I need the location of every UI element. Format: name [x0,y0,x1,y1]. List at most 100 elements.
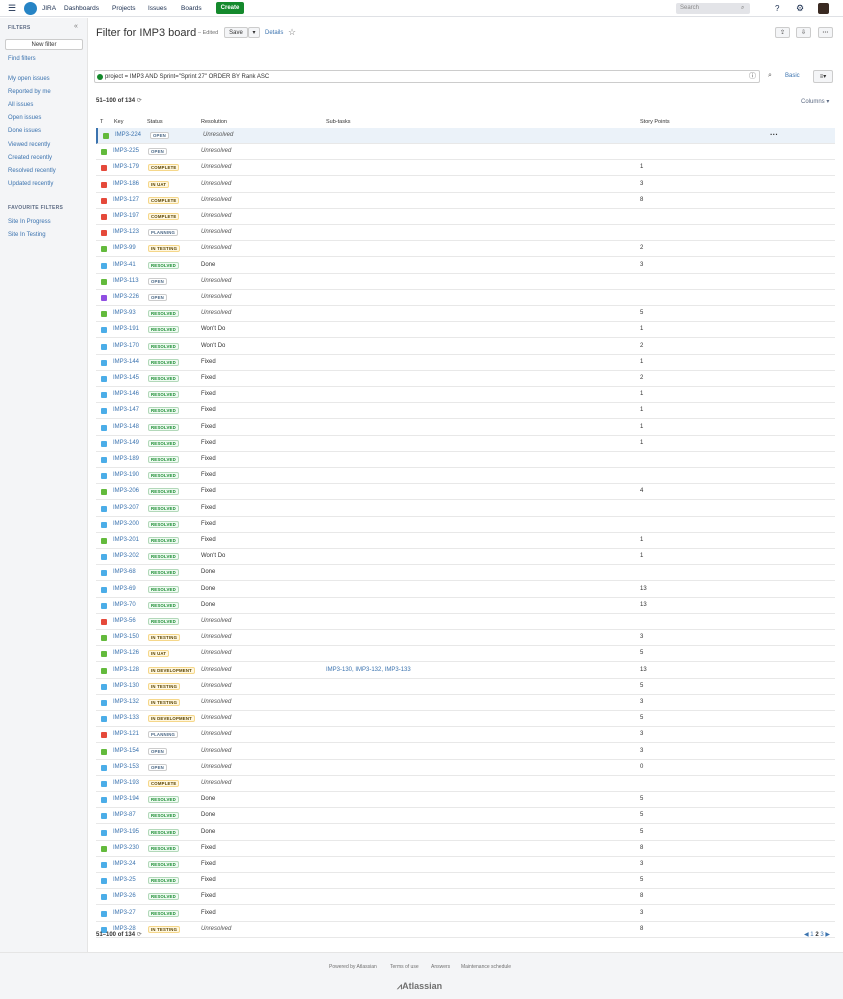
issue-key[interactable]: IMP3-191 [113,326,139,332]
nav-issues[interactable]: Issues [148,0,167,17]
issue-key[interactable]: IMP3-93 [113,310,136,316]
row-actions-icon[interactable]: ··· [770,130,778,139]
table-row[interactable]: IMP3-154 OPEN Unresolved 3 [96,744,835,760]
table-row[interactable]: IMP3-190 RESOLVED Fixed [96,468,835,485]
table-row[interactable]: IMP3-148 RESOLVED Fixed 1 [96,420,835,436]
issue-key[interactable]: IMP3-126 [113,650,139,656]
table-row[interactable]: IMP3-224 OPEN Unresolved ··· [96,128,835,144]
issue-key[interactable]: IMP3-132 [113,699,139,705]
layout-switcher-icon[interactable]: ≡▾ [813,70,833,83]
menu-icon[interactable]: ☰ [8,0,16,17]
issue-key[interactable]: IMP3-194 [113,796,139,802]
jql-query-input[interactable]: project = IMP3 AND Sprint="Sprint 27" OR… [94,70,760,83]
issue-key[interactable]: IMP3-200 [113,521,139,527]
issue-key[interactable]: IMP3-68 [113,569,136,575]
table-row[interactable]: IMP3-179 COMPLETE Unresolved 1 [96,160,835,177]
footer-answers[interactable]: Answers [431,964,450,970]
table-row[interactable]: IMP3-27 RESOLVED Fixed 3 [96,906,835,922]
table-row[interactable]: IMP3-28 IN TESTING Unresolved 8 [96,922,835,938]
issue-key[interactable]: IMP3-202 [113,553,139,559]
find-filters-link[interactable]: Find filters [8,56,36,62]
issue-key[interactable]: IMP3-179 [113,164,139,170]
issue-key[interactable]: IMP3-144 [113,359,139,365]
issue-key[interactable]: IMP3-56 [113,618,136,624]
table-row[interactable]: IMP3-206 RESOLVED Fixed 4 [96,484,835,501]
issue-key[interactable]: IMP3-148 [113,424,139,430]
table-row[interactable]: IMP3-130 IN TESTING Unresolved 5 [96,679,835,695]
table-row[interactable]: IMP3-99 IN TESTING Unresolved 2 [96,241,835,258]
table-row[interactable]: IMP3-146 RESOLVED Fixed 1 [96,387,835,404]
sidebar-item-all-issues[interactable]: All issues [8,102,33,108]
table-row[interactable]: IMP3-207 RESOLVED Fixed [96,501,835,517]
issue-key[interactable]: IMP3-207 [113,505,139,511]
next-page-icon[interactable]: ▶ [825,932,830,938]
issue-key[interactable]: IMP3-230 [113,845,139,851]
table-row[interactable]: IMP3-133 IN DEVELOPMENT Unresolved 5 [96,711,835,728]
issue-key[interactable]: IMP3-99 [113,245,136,251]
col-subtasks[interactable]: Sub-tasks [326,119,350,125]
table-row[interactable]: IMP3-24 RESOLVED Fixed 3 [96,857,835,873]
table-row[interactable]: IMP3-195 RESOLVED Done 5 [96,825,835,841]
table-row[interactable]: IMP3-225 OPEN Unresolved [96,144,835,161]
issue-key[interactable]: IMP3-189 [113,456,139,462]
footer-powered[interactable]: Powered by Atlassian [329,964,377,970]
nav-dashboards[interactable]: Dashboards [64,0,99,17]
table-row[interactable]: IMP3-149 RESOLVED Fixed 1 [96,436,835,452]
issue-key[interactable]: IMP3-128 [113,667,139,673]
favourite-site-in-progress[interactable]: Site In Progress [8,219,51,225]
issue-key[interactable]: IMP3-153 [113,764,139,770]
col-type[interactable]: T [100,119,103,125]
table-row[interactable]: IMP3-26 RESOLVED Fixed 8 [96,889,835,906]
new-filter-button[interactable]: New filter [5,39,83,50]
issue-key[interactable]: IMP3-147 [113,407,139,413]
avatar[interactable] [818,3,829,14]
col-status[interactable]: Status [147,119,163,125]
table-row[interactable]: IMP3-194 RESOLVED Done 5 [96,792,835,809]
help-icon[interactable]: ? [775,0,779,17]
issue-key[interactable]: IMP3-193 [113,780,139,786]
issue-key[interactable]: IMP3-150 [113,634,139,640]
save-dropdown-icon[interactable]: ▾ [248,27,260,38]
table-row[interactable]: IMP3-226 OPEN Unresolved [96,290,835,306]
issue-key[interactable]: IMP3-170 [113,343,139,349]
basic-mode-link[interactable]: Basic [785,73,800,79]
nav-boards[interactable]: Boards [181,0,202,17]
sidebar-item-resolved-recently[interactable]: Resolved recently [8,168,56,174]
columns-button[interactable]: Columns ▾ [801,98,829,105]
issue-key[interactable]: IMP3-113 [113,278,139,284]
table-row[interactable]: IMP3-150 IN TESTING Unresolved 3 [96,630,835,647]
table-row[interactable]: IMP3-113 OPEN Unresolved [96,274,835,290]
table-row[interactable]: IMP3-127 COMPLETE Unresolved 8 [96,193,835,209]
table-row[interactable]: IMP3-144 RESOLVED Fixed 1 [96,355,835,371]
table-row[interactable]: IMP3-197 COMPLETE Unresolved [96,209,835,225]
subtasks[interactable]: IMP3-130, IMP3-132, IMP3-133 [326,667,411,673]
issue-key[interactable]: IMP3-195 [113,829,139,835]
sidebar-item-open-issues[interactable]: Open issues [8,115,41,121]
issue-key[interactable]: IMP3-87 [113,812,136,818]
table-row[interactable]: IMP3-193 COMPLETE Unresolved [96,776,835,792]
issue-key[interactable]: IMP3-225 [113,148,139,154]
issue-key[interactable]: IMP3-121 [113,731,139,737]
save-button[interactable]: Save [224,27,248,38]
table-row[interactable]: IMP3-128 IN DEVELOPMENT Unresolved IMP3-130… [96,663,835,679]
issue-key[interactable]: IMP3-206 [113,488,139,494]
sidebar-item-my-open-issues[interactable]: My open issues [8,76,50,82]
sidebar-item-viewed-recently[interactable]: Viewed recently [8,142,50,148]
table-row[interactable]: IMP3-41 RESOLVED Done 3 [96,258,835,274]
table-row[interactable]: IMP3-170 RESOLVED Won't Do 2 [96,339,835,355]
col-story-points[interactable]: Story Points [640,119,670,125]
prev-page-icon[interactable]: ◀ [804,932,809,938]
search-input[interactable]: Search [676,3,750,14]
issue-key[interactable]: IMP3-41 [113,262,136,268]
share-icon[interactable]: ⇪ [775,27,790,38]
table-row[interactable]: IMP3-70 RESOLVED Done 13 [96,598,835,614]
issue-key[interactable]: IMP3-145 [113,375,139,381]
issue-key[interactable]: IMP3-130 [113,683,139,689]
issue-key[interactable]: IMP3-226 [113,294,139,300]
table-row[interactable]: IMP3-202 RESOLVED Won't Do 1 [96,549,835,566]
gear-icon[interactable]: ⚙ [796,0,804,17]
table-row[interactable]: IMP3-201 RESOLVED Fixed 1 [96,533,835,549]
syntax-help-icon[interactable]: ⓘ [749,71,756,83]
export-icon[interactable]: ⇩ [796,27,811,38]
issue-key[interactable]: IMP3-24 [113,861,136,867]
